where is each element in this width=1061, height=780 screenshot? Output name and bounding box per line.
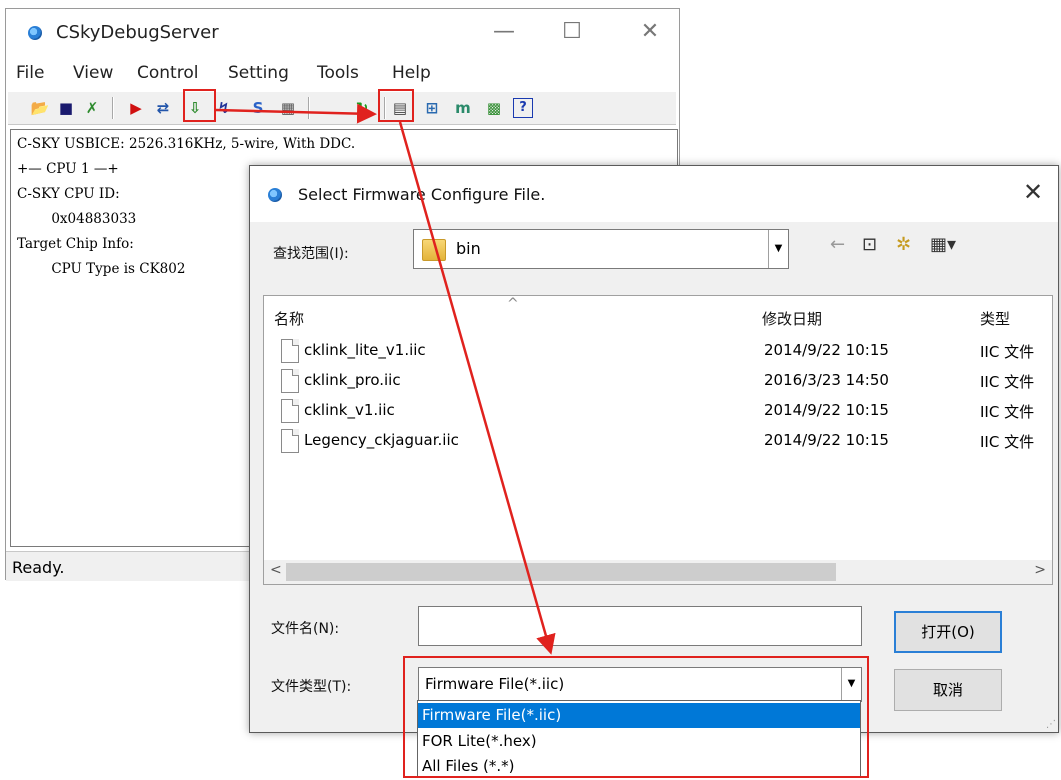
toolbar-separator [112,97,114,119]
window-title: CSkyDebugServer [56,22,219,43]
annotation-box-connect [183,89,216,122]
menu-file[interactable]: File [16,63,44,83]
dialog-close-button[interactable]: ✕ [1018,178,1048,206]
annotation-box-firmware [378,89,414,122]
dialog-titlebar[interactable]: Select Firmware Configure File. ✕ [250,166,1058,222]
file-icon [281,369,299,393]
dialog-title: Select Firmware Configure File. [298,185,546,204]
sort-arrow-icon: ^ [507,296,519,312]
scroll-left-icon[interactable]: < [270,562,282,578]
file-icon [281,339,299,363]
file-row[interactable]: cklink_pro.iic 2016/3/23 14:50 IIC 文件 [264,366,1052,396]
column-header-name[interactable]: 名称 [274,308,304,329]
folder-icon [422,239,446,261]
app-icon [28,26,42,40]
chevron-down-icon[interactable]: ▼ [768,230,788,268]
menubar: File View Control Setting Tools Help [6,59,679,87]
menu-setting[interactable]: Setting [228,63,289,83]
column-header-type[interactable]: 类型 [980,308,1010,329]
toolbar-separator [308,97,310,119]
file-icon [281,429,299,453]
minimize-button[interactable]: — [484,17,524,47]
horizontal-scrollbar[interactable]: < > [264,560,1052,584]
disconnect-icon[interactable]: ✗ [80,96,104,120]
view-menu-icon[interactable]: ▦▾ [930,234,956,255]
file-type: IIC 文件 [980,433,1035,451]
new-folder-icon[interactable]: ✲ [896,234,911,255]
file-date: 2014/9/22 10:15 [764,401,889,419]
file-date: 2014/9/22 10:15 [764,431,889,449]
memory-icon[interactable]: m [451,96,475,120]
filename-input[interactable] [418,606,862,646]
file-date: 2016/3/23 14:50 [764,371,889,389]
run-icon[interactable]: ▶ [124,96,148,120]
annotation-box-filetype [403,656,869,778]
xml-icon[interactable]: ▩ [482,96,506,120]
scrollbar-thumb[interactable] [286,563,836,581]
status-text: Ready. [12,558,65,577]
settings-s-icon[interactable]: S [246,96,270,120]
file-type: IIC 文件 [980,403,1035,421]
main-titlebar[interactable]: CSkyDebugServer — ☐ ✕ [6,9,679,57]
open-icon[interactable]: 📂 [28,96,52,120]
console-line: C-SKY USBICE: 2526.316KHz, 5-wire, With … [17,136,356,152]
filename-label: 文件名(N): [271,621,340,637]
lookin-combo[interactable]: bin ▼ [413,229,789,269]
file-row[interactable]: cklink_v1.iic 2014/9/22 10:15 IIC 文件 [264,396,1052,426]
file-row[interactable]: Legency_ckjaguar.iic 2014/9/22 10:15 IIC… [264,426,1052,456]
chip-icon[interactable]: ▦ [276,96,300,120]
trace-icon[interactable]: ⊞ [420,96,444,120]
file-name: cklink_v1.iic [304,401,395,419]
file-list[interactable]: ^ 名称 修改日期 类型 cklink_lite_v1.iic 2014/9/2… [263,295,1053,585]
cancel-button[interactable]: 取消 [894,669,1002,711]
file-date: 2014/9/22 10:15 [764,341,889,359]
lookin-label: 查找范围(I): [273,246,349,262]
close-button[interactable]: ✕ [630,17,670,47]
file-type: IIC 文件 [980,373,1035,391]
menu-tools[interactable]: Tools [317,63,359,83]
connect-icon[interactable]: ⇄ [151,96,175,120]
firmware-update-icon[interactable]: ↻ [350,96,374,120]
file-icon [281,399,299,423]
up-folder-icon[interactable]: ⊡ [862,234,877,255]
scroll-right-icon[interactable]: > [1034,562,1046,578]
lookin-value: bin [456,239,481,258]
toolbar: 📂 ■ ✗ ▶ ⇄ ⇩ ↯ S ▦ ↻ ▤ ⊞ m ▩ ? [8,91,676,125]
file-row[interactable]: cklink_lite_v1.iic 2014/9/22 10:15 IIC 文… [264,336,1052,366]
open-button[interactable]: 打开(O) [894,611,1002,653]
save-icon[interactable]: ■ [54,96,78,120]
menu-control[interactable]: Control [137,63,198,83]
select-firmware-dialog: Select Firmware Configure File. ✕ 查找范围(I… [249,165,1059,733]
menu-help[interactable]: Help [392,63,431,83]
file-name: Legency_ckjaguar.iic [304,431,459,449]
help-icon[interactable]: ? [513,98,533,118]
filetype-label: 文件类型(T): [271,679,352,695]
file-name: cklink_lite_v1.iic [304,341,426,359]
back-icon[interactable]: ← [830,234,845,255]
file-name: cklink_pro.iic [304,371,401,389]
menu-view[interactable]: View [73,63,113,83]
file-type: IIC 文件 [980,343,1035,361]
dialog-app-icon [268,188,282,202]
column-header-date[interactable]: 修改日期 [762,308,822,329]
resize-grip-icon[interactable]: ⋰ [1046,719,1056,730]
maximize-button[interactable]: ☐ [552,17,592,47]
